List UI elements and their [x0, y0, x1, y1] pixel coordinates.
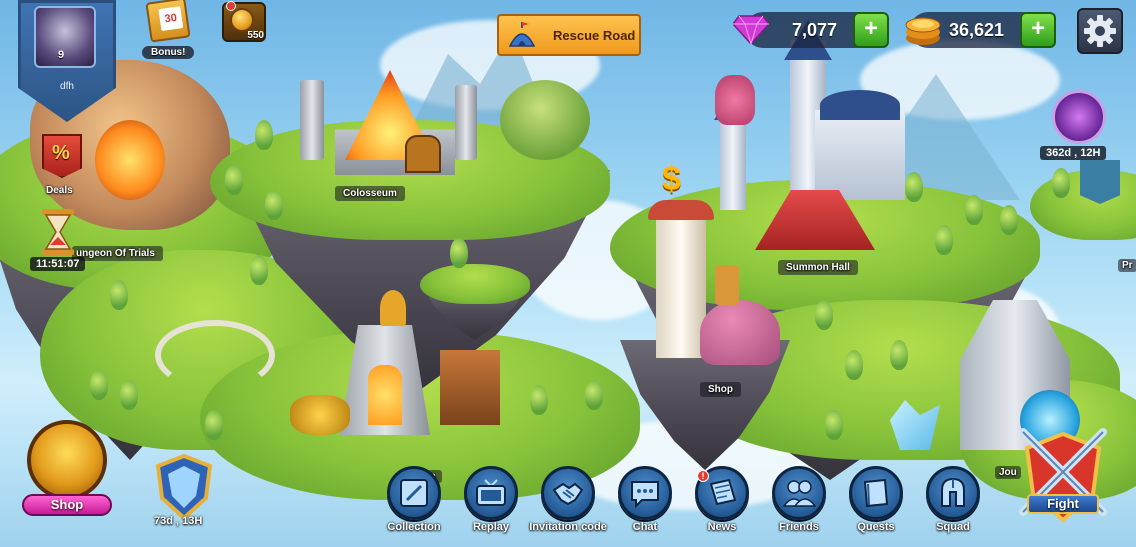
scroll-icon — [709, 478, 737, 506]
nav-replay[interactable]: Replay — [458, 466, 524, 536]
gear-icon — [1084, 15, 1116, 47]
gold-coins-icon — [905, 17, 941, 45]
news-notification-badge: ! — [697, 470, 709, 482]
rescue-road-label: Rescue Road — [553, 28, 636, 43]
notification-dot — [226, 1, 236, 11]
deals-label: Deals — [46, 185, 73, 196]
calendar-icon[interactable]: 30 — [145, 0, 191, 43]
bonus-day: 30 — [158, 6, 184, 32]
shop-corner-button[interactable]: Shop — [22, 418, 112, 528]
dollar-icon: $ — [662, 160, 681, 198]
nav-label: Friends — [779, 521, 819, 533]
fight-button[interactable]: Fight — [1013, 422, 1113, 530]
friends-icon — [782, 480, 816, 507]
tree — [585, 380, 603, 410]
tree — [890, 340, 908, 370]
colosseum-label[interactable]: Colosseum — [335, 186, 405, 201]
shop-building[interactable]: $ — [640, 160, 790, 380]
dungeon-timer: 11:51:07 — [30, 257, 86, 271]
nav-label: Quests — [857, 521, 895, 533]
tree — [120, 380, 138, 410]
helmet-icon — [941, 477, 965, 507]
tree — [205, 410, 223, 440]
settings-button[interactable] — [1077, 8, 1123, 54]
shop-map-label[interactable]: Shop — [700, 382, 741, 397]
gold-counter: 36,621 + — [905, 12, 1056, 48]
tree — [530, 385, 548, 415]
coin-event-button[interactable]: 550 — [222, 1, 266, 42]
nav-friends[interactable]: Friends — [766, 466, 832, 536]
percent-icon: % — [52, 142, 70, 164]
fight-label: Fight — [1047, 496, 1079, 511]
hourglass-icon — [42, 209, 74, 255]
bones — [155, 320, 275, 390]
gem-icon — [733, 15, 769, 44]
dungeon-portal — [95, 120, 165, 200]
rescue-road-button[interactable]: Rescue Road — [497, 14, 641, 56]
tree — [90, 370, 108, 400]
gold-value: 36,621 — [948, 20, 1004, 40]
arena-shield-icon — [155, 453, 213, 521]
medal-icon — [230, 8, 254, 32]
nav-label: Squad — [936, 521, 970, 533]
handshake-icon — [552, 482, 584, 506]
tree — [845, 350, 863, 380]
coin-event-value: 550 — [247, 30, 264, 41]
player-name: dfh — [60, 81, 74, 92]
arena-button[interactable] — [148, 452, 220, 524]
hourglass-button[interactable] — [36, 207, 80, 257]
tree — [225, 165, 243, 195]
tent-icon — [508, 22, 536, 47]
crest-icon — [1052, 90, 1106, 144]
tree — [825, 410, 843, 440]
tree — [255, 120, 273, 150]
big-tree — [500, 80, 590, 160]
collection-icon — [400, 479, 428, 507]
dungeon-label[interactable]: ungeon Of Trials — [72, 246, 163, 261]
right-edge-label[interactable]: Pr — [1118, 259, 1136, 272]
nav-label: Chat — [632, 521, 658, 533]
tree — [110, 280, 128, 310]
gem-value: 7,077 — [791, 20, 837, 40]
gem-counter: 7,077 + — [733, 12, 889, 48]
tree — [815, 300, 833, 330]
trophy-timer: 362d , 12H — [1040, 146, 1107, 160]
chat-icon — [631, 481, 659, 509]
banner-flag — [1080, 160, 1120, 204]
nav-label: Replay — [472, 521, 510, 533]
tv-icon — [476, 479, 506, 506]
tree — [935, 225, 953, 255]
nav-squad[interactable]: Squad — [920, 466, 986, 536]
nav-label: Invitation code — [529, 521, 607, 533]
book-icon — [863, 478, 889, 508]
deals-button[interactable]: % — [40, 134, 84, 182]
arena-timer: 73d , 13H — [154, 515, 203, 527]
tree — [905, 172, 923, 202]
tree — [450, 238, 468, 268]
shop-corner-label: Shop — [50, 497, 84, 512]
add-gold-button[interactable]: + — [1020, 12, 1056, 48]
nav-invitation-code[interactable]: Invitation code — [529, 466, 607, 536]
nav-label: Collection — [387, 521, 441, 533]
tree — [1052, 168, 1070, 198]
nav-collection[interactable]: Collection — [381, 466, 447, 536]
colosseum-building[interactable] — [290, 50, 480, 180]
tree — [265, 190, 283, 220]
treasure-pot-icon — [27, 420, 107, 500]
nav-label: News — [707, 521, 737, 533]
mine-building[interactable] — [290, 290, 510, 455]
nav-quests[interactable]: Quests — [843, 466, 909, 536]
bonus-label[interactable]: Bonus! — [142, 46, 195, 59]
tree — [1000, 205, 1018, 235]
tree — [250, 255, 268, 285]
summon-hall-label[interactable]: Summon Hall — [778, 260, 858, 275]
add-gems-button[interactable]: + — [853, 12, 889, 48]
tree — [965, 195, 983, 225]
nav-chat[interactable]: Chat — [612, 466, 678, 536]
nav-news[interactable]: ! News — [689, 466, 755, 536]
player-level: 9 — [57, 49, 65, 61]
